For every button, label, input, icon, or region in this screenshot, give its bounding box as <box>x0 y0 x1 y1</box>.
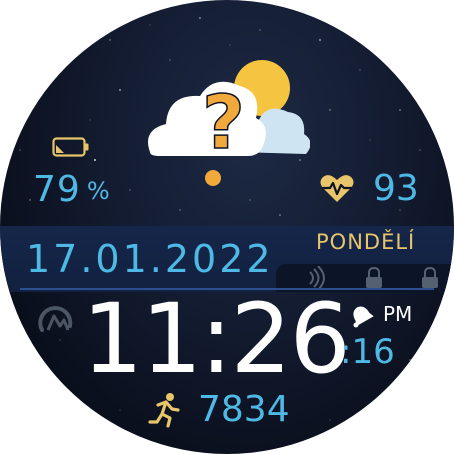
ampm-label: PM <box>383 302 413 326</box>
alarm-icon[interactable] <box>350 303 374 329</box>
date-text[interactable]: 17.01.2022 <box>26 237 274 281</box>
battery-unit: % <box>86 177 111 205</box>
activity-ring-icon[interactable] <box>36 300 78 336</box>
time-seconds: :16 <box>340 332 395 372</box>
battery-low-icon <box>52 137 89 157</box>
battery-level[interactable]: 79% <box>33 170 111 211</box>
lock-icon <box>422 266 438 288</box>
lock-icon <box>366 266 382 288</box>
weather-unknown-icon[interactable]: ? <box>140 52 310 192</box>
svg-text:?: ? <box>202 80 245 166</box>
watch-face: ? 79% 93 17.01.2022 PONDĚLÍ 11:26 PM:16… <box>0 0 454 454</box>
steps-count[interactable]: 7834 <box>198 389 290 431</box>
heart-rate-value[interactable]: 93 <box>373 169 419 209</box>
time-hours-minutes[interactable]: 11:26 <box>82 284 351 394</box>
weekday-label: PONDĚLÍ <box>316 230 416 254</box>
battery-value: 79 <box>33 169 81 210</box>
heart-rate-icon <box>320 175 354 202</box>
running-icon <box>148 393 180 428</box>
